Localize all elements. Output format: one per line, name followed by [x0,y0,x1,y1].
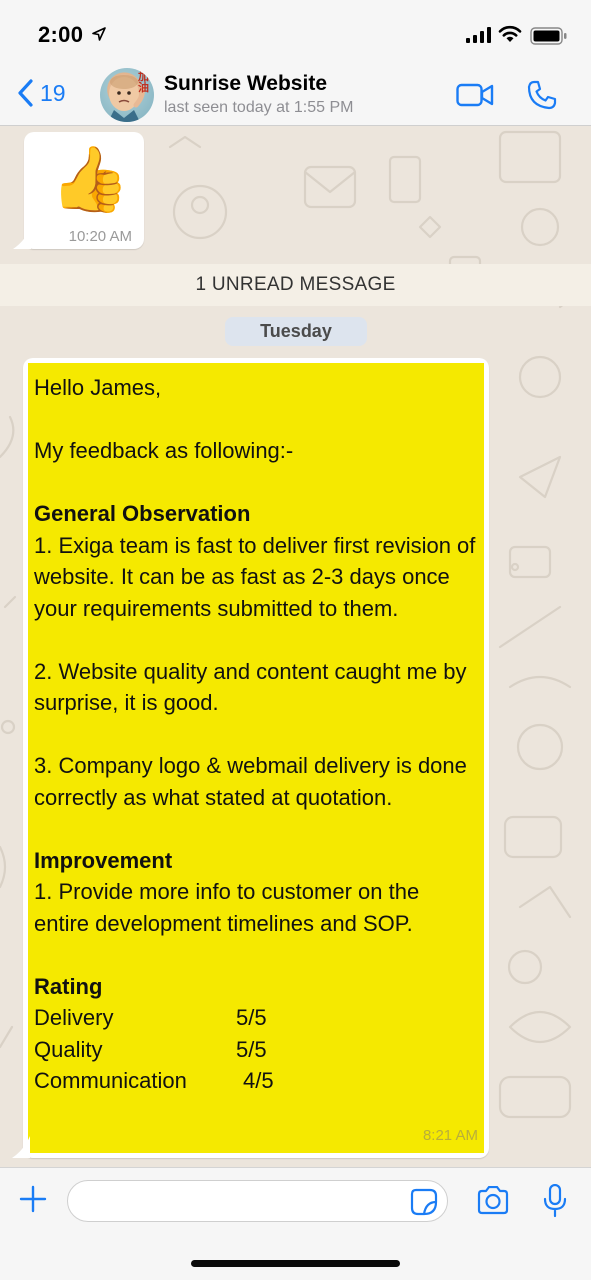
thumbs-up-icon: 👍 [50,143,130,215]
status-bar: 2:00 [0,0,591,66]
message-highlighted-content: Hello James, My feedback as following:- … [28,363,484,1153]
rating-row: Delivery 5/5 [34,1002,476,1034]
rating-score: 4/5 [243,1068,274,1093]
rating-row: Quality 5/5 [34,1034,476,1066]
location-arrow-icon [92,27,106,41]
observation-1: 1. Exiga team is fast to deliver first r… [34,532,482,621]
date-separator: Tuesday [225,317,367,346]
section-title-general-observation: General Observation [34,501,251,526]
wifi-icon [498,25,522,42]
chevron-left-icon [18,79,33,107]
phone-call-icon[interactable] [526,79,558,111]
bubble-tail [12,1136,30,1158]
sticker-message[interactable]: 👍 10:20 AM [24,132,144,249]
message-input-bar [0,1167,591,1280]
status-time: 2:00 [38,22,84,47]
chat-area[interactable]: 👍 10:20 AM 1 UNREAD MESSAGE Tuesday Hell… [0,127,591,1167]
feedback-message[interactable]: Hello James, My feedback as following:- … [23,358,489,1158]
camera-icon[interactable] [476,1186,510,1216]
observation-2: 2. Website quality and content caught me… [34,658,473,716]
message-intro: My feedback as following:- [34,438,294,463]
rating-row: Communication 4/5 [34,1065,476,1097]
avatar-caption: 加油 [138,71,149,94]
rating-label: Communication [34,1068,187,1093]
rating-score: 5/5 [236,1005,267,1030]
rating-score: 5/5 [236,1036,267,1062]
unread-messages-banner: 1 UNREAD MESSAGE [0,264,591,306]
video-call-icon[interactable] [456,82,494,108]
date-separator-label: Tuesday [260,321,332,341]
bubble-tail [13,227,31,249]
sticker-icon[interactable] [410,1188,438,1216]
last-seen-status: last seen today at 1:55 PM [164,99,354,116]
contact-avatar[interactable]: 加油 [100,68,154,122]
message-text-input[interactable] [67,1180,448,1222]
cellular-signal-icon [466,27,491,43]
plus-icon[interactable] [18,1184,48,1214]
back-button[interactable]: 19 [16,78,66,108]
message-greeting: Hello James, [34,375,162,400]
message-time: 10:20 AM [68,228,132,245]
battery-icon [530,27,567,45]
home-indicator[interactable] [191,1260,400,1267]
message-time: 8:21 AM [422,1126,478,1144]
rating-label: Quality [34,1036,103,1062]
chat-header: 19 加油 Sunrise Website last seen today at… [0,66,591,126]
contact-name[interactable]: Sunrise Website [164,72,327,96]
unread-banner-text: 1 UNREAD MESSAGE [195,274,396,295]
microphone-icon[interactable] [542,1184,568,1218]
section-title-improvement: Improvement [34,847,173,873]
observation-3: 3. Company logo & webmail delivery is do… [34,753,474,810]
unread-chats-count: 19 [40,79,66,106]
improvement-1: 1. Provide more info to customer on the … [34,879,426,936]
rating-label: Delivery [34,1005,114,1030]
section-title-rating: Rating [34,973,103,999]
